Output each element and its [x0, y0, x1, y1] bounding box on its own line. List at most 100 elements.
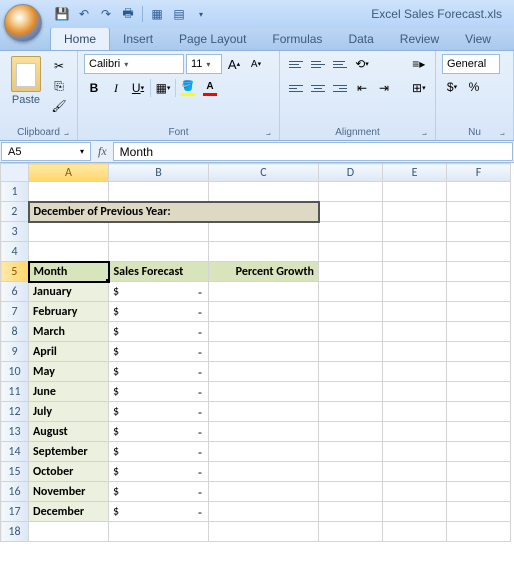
- cell-sales[interactable]: $-: [109, 462, 209, 482]
- cell[interactable]: [319, 342, 383, 362]
- cell[interactable]: [29, 242, 109, 262]
- row-header[interactable]: 15: [1, 462, 29, 482]
- cell-growth[interactable]: [209, 342, 319, 362]
- col-header-E[interactable]: E: [383, 164, 447, 182]
- cell-sales[interactable]: $-: [109, 502, 209, 522]
- cell-header-sales[interactable]: Sales Forecast: [109, 262, 209, 282]
- orientation-button[interactable]: ⟲▾: [352, 54, 372, 74]
- cell[interactable]: [383, 442, 447, 462]
- cell[interactable]: [383, 262, 447, 282]
- cell[interactable]: [383, 482, 447, 502]
- copy-icon[interactable]: ⎘: [50, 78, 68, 94]
- cell[interactable]: [447, 502, 511, 522]
- align-middle-button[interactable]: [308, 54, 328, 74]
- cell[interactable]: [319, 382, 383, 402]
- cell-month[interactable]: February: [29, 302, 109, 322]
- row-header[interactable]: 10: [1, 362, 29, 382]
- undo-icon[interactable]: ↶: [76, 6, 92, 22]
- save-icon[interactable]: 💾: [54, 6, 70, 22]
- merge-center-button[interactable]: ⊞▾: [408, 78, 430, 98]
- font-size-combo[interactable]: 11▾: [186, 54, 222, 74]
- cell[interactable]: [109, 242, 209, 262]
- cell[interactable]: [319, 522, 383, 542]
- cell-sales[interactable]: $-: [109, 302, 209, 322]
- font-color-button[interactable]: A: [200, 78, 220, 98]
- cell[interactable]: [383, 282, 447, 302]
- qat-dropdown-icon[interactable]: ▾: [193, 6, 209, 22]
- align-bottom-button[interactable]: [330, 54, 350, 74]
- cell[interactable]: [383, 402, 447, 422]
- cell[interactable]: [209, 222, 319, 242]
- cell[interactable]: [383, 182, 447, 202]
- cell[interactable]: [319, 482, 383, 502]
- cell-sales[interactable]: $-: [109, 402, 209, 422]
- tab-home[interactable]: Home: [50, 27, 110, 50]
- cell[interactable]: [383, 522, 447, 542]
- cell[interactable]: [447, 442, 511, 462]
- row-header[interactable]: 4: [1, 242, 29, 262]
- cell[interactable]: [447, 322, 511, 342]
- redo-icon[interactable]: ↷: [98, 6, 114, 22]
- cell[interactable]: [29, 522, 109, 542]
- cell-growth[interactable]: [209, 442, 319, 462]
- cell[interactable]: [447, 402, 511, 422]
- row-header[interactable]: 3: [1, 222, 29, 242]
- accounting-format-button[interactable]: $▾: [442, 77, 462, 97]
- cell[interactable]: [447, 422, 511, 442]
- print-icon[interactable]: 🖶: [120, 6, 136, 22]
- tab-review[interactable]: Review: [387, 28, 452, 50]
- cell[interactable]: [209, 242, 319, 262]
- row-header[interactable]: 9: [1, 342, 29, 362]
- cell[interactable]: [383, 362, 447, 382]
- row-header[interactable]: 11: [1, 382, 29, 402]
- cell[interactable]: [447, 482, 511, 502]
- cell-growth[interactable]: [209, 502, 319, 522]
- name-box[interactable]: A5 ▾: [1, 142, 91, 161]
- row-header[interactable]: 16: [1, 482, 29, 502]
- align-right-button[interactable]: [330, 78, 350, 98]
- cell-month[interactable]: May: [29, 362, 109, 382]
- cell[interactable]: [319, 282, 383, 302]
- cell-month[interactable]: March: [29, 322, 109, 342]
- decrease-indent-button[interactable]: ⇤: [352, 78, 372, 98]
- cell[interactable]: [447, 362, 511, 382]
- row-header[interactable]: 17: [1, 502, 29, 522]
- cell[interactable]: [109, 222, 209, 242]
- cell[interactable]: [383, 302, 447, 322]
- cell[interactable]: [447, 302, 511, 322]
- banner-cell[interactable]: December of Previous Year:: [29, 202, 319, 222]
- row-header[interactable]: 5: [1, 262, 29, 282]
- qat-custom-1-icon[interactable]: ▦: [149, 6, 165, 22]
- cell[interactable]: [209, 522, 319, 542]
- increase-indent-button[interactable]: ⇥: [374, 78, 394, 98]
- cell[interactable]: [383, 322, 447, 342]
- cell-growth[interactable]: [209, 482, 319, 502]
- cell-growth[interactable]: [209, 422, 319, 442]
- chevron-down-icon[interactable]: ▾: [80, 147, 84, 156]
- row-header[interactable]: 1: [1, 182, 29, 202]
- cell[interactable]: [319, 222, 383, 242]
- cell[interactable]: [383, 202, 447, 222]
- cell[interactable]: [109, 522, 209, 542]
- office-button[interactable]: [4, 4, 42, 42]
- cell[interactable]: [447, 342, 511, 362]
- active-cell[interactable]: Month: [29, 262, 109, 282]
- cell[interactable]: [319, 362, 383, 382]
- cell[interactable]: [29, 222, 109, 242]
- col-header-D[interactable]: D: [319, 164, 383, 182]
- align-top-button[interactable]: [286, 54, 306, 74]
- bold-button[interactable]: B: [84, 78, 104, 98]
- cell[interactable]: [447, 182, 511, 202]
- align-center-button[interactable]: [308, 78, 328, 98]
- cell[interactable]: [319, 302, 383, 322]
- cell-month[interactable]: November: [29, 482, 109, 502]
- tab-insert[interactable]: Insert: [110, 28, 166, 50]
- tab-page-layout[interactable]: Page Layout: [166, 28, 259, 50]
- cell[interactable]: [383, 502, 447, 522]
- cell[interactable]: [447, 522, 511, 542]
- cell[interactable]: [383, 342, 447, 362]
- cut-icon[interactable]: ✂: [50, 58, 68, 74]
- row-header[interactable]: 8: [1, 322, 29, 342]
- cell[interactable]: [447, 262, 511, 282]
- cell[interactable]: [383, 422, 447, 442]
